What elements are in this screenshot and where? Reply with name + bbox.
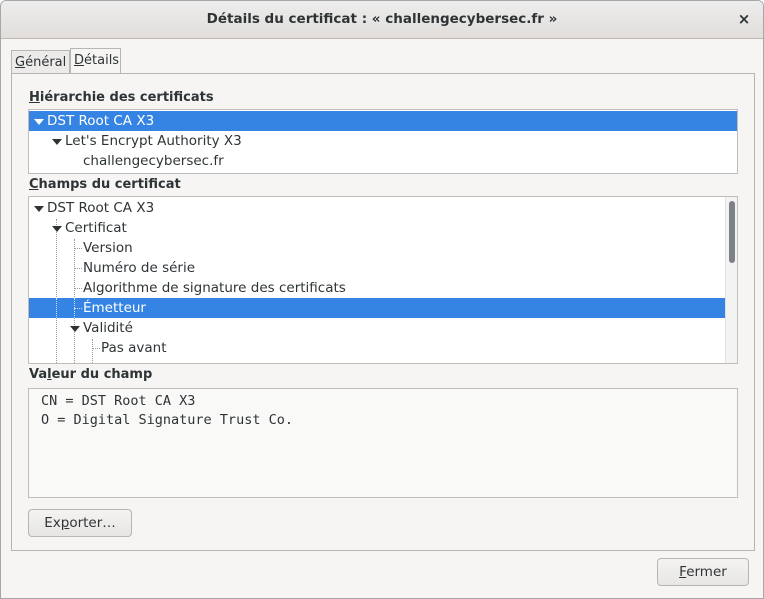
fields-heading: Champs du certificat [29, 177, 181, 192]
close-button-label: ermer [686, 564, 727, 580]
close-button[interactable]: Fermer [657, 558, 749, 586]
field-item[interactable]: Algorithme de signature des certificats [29, 278, 725, 298]
field-value-line: O = Digital Signature Trust Co. [41, 412, 293, 428]
tree-guide-line [74, 308, 82, 309]
field-item-label: DST Root CA X3 [47, 200, 155, 216]
expander-open-icon[interactable] [34, 119, 44, 125]
close-window-icon[interactable]: × [733, 9, 755, 31]
field-item-label: Certificat [65, 220, 127, 236]
field-item-label: Version [83, 240, 133, 256]
hierarchy-heading-text: iérarchie des certificats [39, 90, 214, 105]
scrollbar-thumb[interactable] [729, 201, 735, 263]
expander-open-icon[interactable] [52, 226, 62, 232]
value-heading: Valeur du champ [29, 367, 152, 382]
field-item-label: Émetteur [83, 300, 146, 316]
field-item[interactable]: DST Root CA X3 [29, 198, 725, 218]
field-item[interactable]: Version [29, 238, 725, 258]
certificate-details-window: Détails du certificat : « challengecyber… [0, 0, 764, 599]
tab-general[interactable]: Général [11, 50, 70, 73]
tab-details[interactable]: Détails [70, 48, 121, 74]
tree-guide-line [56, 298, 57, 318]
field-item-label: Pas avant [101, 340, 167, 356]
hierarchy-item-label: DST Root CA X3 [47, 113, 155, 129]
field-item-selected[interactable]: Émetteur [29, 298, 725, 318]
export-button-label: orter… [69, 515, 116, 531]
details-panel: Hiérarchie des certificats DST Root CA X… [11, 73, 755, 551]
expander-open-icon[interactable] [70, 326, 80, 332]
hierarchy-tree[interactable]: DST Root CA X3 Let's Encrypt Authority X… [28, 109, 738, 174]
tab-details-mnemonic: D [74, 53, 85, 68]
value-heading-text: eur du champ [51, 367, 153, 382]
field-item-label: Numéro de série [83, 260, 196, 276]
hierarchy-item-label: Let's Encrypt Authority X3 [65, 133, 242, 149]
tab-general-label: énéral [25, 55, 67, 70]
fields-heading-text: hamps du certificat [38, 177, 181, 192]
value-heading-prefix: Va [29, 367, 48, 382]
hierarchy-item-dst-root[interactable]: DST Root CA X3 [29, 111, 737, 131]
hierarchy-item-lets-encrypt[interactable]: Let's Encrypt Authority X3 [29, 131, 737, 151]
fields-scrollbar[interactable] [725, 197, 737, 363]
field-item-label: Validité [83, 320, 133, 336]
tab-details-label: étails [84, 53, 120, 68]
field-item[interactable]: Certificat [29, 218, 725, 238]
fields-heading-mnemonic: C [29, 177, 39, 192]
field-item-label: Algorithme de signature des certificats [83, 280, 346, 296]
hierarchy-heading-mnemonic: H [29, 90, 40, 105]
field-item[interactable]: Pas avant [29, 338, 725, 358]
fields-tree[interactable]: DST Root CA X3 Certificat Version Numéro… [28, 196, 738, 364]
hierarchy-heading: Hiérarchie des certificats [29, 90, 214, 105]
field-value-textarea[interactable]: CN = DST Root CA X3 O = Digital Signatur… [28, 388, 738, 498]
hierarchy-item-label: challengecybersec.fr [83, 153, 224, 169]
expander-open-icon[interactable] [52, 139, 62, 145]
title-bar[interactable]: Détails du certificat : « challengecyber… [1, 1, 763, 39]
hierarchy-item-challengecybersec[interactable]: challengecybersec.fr [29, 151, 737, 171]
field-item[interactable]: Validité [29, 318, 725, 338]
field-value-line: CN = DST Root CA X3 [41, 393, 196, 409]
field-item[interactable]: Numéro de série [29, 258, 725, 278]
expander-open-icon[interactable] [34, 206, 44, 212]
export-button[interactable]: Exporter… [28, 509, 132, 537]
window-title: Détails du certificat : « challengecyber… [206, 11, 558, 27]
export-button-prefix: Ex [44, 515, 61, 531]
tab-general-mnemonic: G [15, 55, 26, 70]
